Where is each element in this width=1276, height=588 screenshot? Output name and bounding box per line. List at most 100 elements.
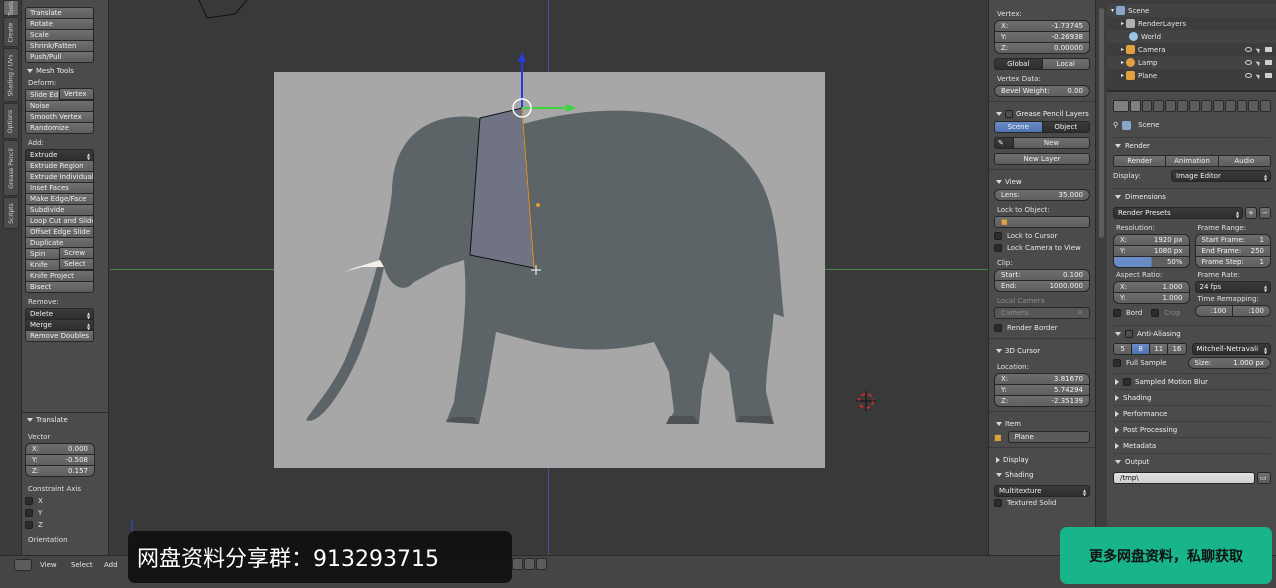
selectability-icon[interactable] <box>1255 72 1262 79</box>
scene-tab-icon[interactable] <box>1153 100 1165 112</box>
frame-step-field[interactable]: Frame Step: 1 <box>1194 256 1271 268</box>
outliner-row-plane[interactable]: ▸ Plane <box>1107 69 1276 82</box>
3d-viewport[interactable] <box>110 0 988 555</box>
tab-create[interactable]: Create <box>3 17 19 47</box>
particles-tab-icon[interactable] <box>1248 100 1260 112</box>
limit-selection-icon[interactable] <box>512 558 523 570</box>
dimensions-header[interactable]: Dimensions <box>1113 188 1271 204</box>
vector-z-field[interactable]: Z: 0.157 <box>25 465 95 477</box>
renderability-icon[interactable] <box>1265 59 1272 65</box>
full-sample-checkbox[interactable]: Full Sample <box>1113 357 1183 369</box>
view-menu[interactable]: View <box>40 561 57 569</box>
item-name-field[interactable]: Plane <box>1007 431 1090 443</box>
editor-type-menu[interactable] <box>14 559 32 571</box>
visibility-icon[interactable] <box>1245 59 1252 65</box>
item-header[interactable]: Item <box>994 416 1090 431</box>
knife-button[interactable]: Knife <box>25 259 60 271</box>
view-header[interactable]: View <box>994 174 1090 189</box>
clip-end-field[interactable]: End: 1000.000 <box>994 280 1090 292</box>
slide-vertex-button[interactable]: Vertex <box>59 88 94 100</box>
render-tab-icon[interactable] <box>1129 100 1141 112</box>
output-path-field[interactable]: /tmp\ <box>1113 472 1255 484</box>
grease-pencil-header[interactable]: Grease Pencil Layers <box>994 106 1090 121</box>
remove-doubles-button[interactable]: Remove Doubles <box>25 330 94 342</box>
sampled-motion-blur-header[interactable]: Sampled Motion Blur <box>1113 373 1271 389</box>
render-border-checkbox[interactable]: Render Border <box>994 322 1090 334</box>
frame-rate-select[interactable]: 24 fps <box>1194 281 1271 293</box>
object-tab-icon[interactable] <box>1177 100 1189 112</box>
pencil-icon[interactable]: ✎ <box>994 137 1014 149</box>
add-menu[interactable]: Add <box>104 561 118 569</box>
vertex-select-icon[interactable] <box>524 558 535 570</box>
add-preset-button[interactable]: + <box>1245 207 1257 219</box>
material-tab-icon[interactable] <box>1224 100 1236 112</box>
resolution-percentage-slider[interactable]: 50% <box>1113 256 1190 268</box>
tab-options[interactable]: Options <box>3 103 19 139</box>
outliner-row-camera[interactable]: ▸ Camera <box>1107 43 1276 56</box>
3d-cursor-header[interactable]: 3D Cursor <box>994 343 1090 358</box>
border-checkbox[interactable]: Bord <box>1113 307 1151 319</box>
textured-solid-checkbox[interactable]: Textured Solid <box>994 497 1090 509</box>
audio-button[interactable]: Audio <box>1217 155 1271 167</box>
gp-scene-button[interactable]: Scene <box>994 121 1043 133</box>
aa-filter-select[interactable]: Mitchell-Netravali <box>1191 343 1271 355</box>
remove-preset-button[interactable]: − <box>1259 207 1271 219</box>
post-processing-header[interactable]: Post Processing <box>1113 421 1271 437</box>
global-button[interactable]: Global <box>994 58 1043 70</box>
constraint-z-checkbox[interactable]: Z <box>25 519 95 531</box>
render-button[interactable]: Render <box>1113 155 1167 167</box>
constraint-x-checkbox[interactable]: X <box>25 495 95 507</box>
randomize-button[interactable]: Randomize <box>25 122 94 134</box>
lens-field[interactable]: Lens: 35.000 <box>994 189 1090 201</box>
animation-button[interactable]: Animation <box>1165 155 1219 167</box>
gp-object-button[interactable]: Object <box>1041 121 1090 133</box>
aa-samples-8[interactable]: 8 <box>1131 343 1151 355</box>
constraints-tab-icon[interactable] <box>1189 100 1200 112</box>
aa-samples-5[interactable]: 5 <box>1113 343 1133 355</box>
tab-tools[interactable]: Tools <box>3 0 19 16</box>
shading-section-header[interactable]: Shading <box>1113 389 1271 405</box>
render-layers-tab-icon[interactable] <box>1141 100 1153 112</box>
modifiers-tab-icon[interactable] <box>1200 100 1212 112</box>
aa-size-field[interactable]: Size: 1.000 px <box>1187 357 1271 369</box>
select-menu[interactable]: Select <box>71 561 93 569</box>
time-remap-new-field[interactable]: :100 <box>1232 305 1271 317</box>
knife-select-button[interactable]: Select <box>59 258 94 270</box>
performance-header[interactable]: Performance <box>1113 405 1271 421</box>
render-presets-select[interactable]: Render Presets <box>1113 207 1243 219</box>
new-layer-button[interactable]: New Layer <box>994 153 1090 165</box>
physics-tab-icon[interactable] <box>1260 100 1272 112</box>
tab-shading-uvs[interactable]: Shading / UVs <box>3 48 19 102</box>
visibility-icon[interactable] <box>1245 46 1252 52</box>
selectability-icon[interactable] <box>1255 59 1262 66</box>
translate-panel-header[interactable]: Translate <box>25 413 95 427</box>
selectability-icon[interactable] <box>1255 46 1262 53</box>
pin-icon[interactable]: ⚲ <box>1113 121 1118 129</box>
render-header[interactable]: Render <box>1113 137 1271 153</box>
aspect-y-field[interactable]: Y: 1.000 <box>1113 292 1190 304</box>
scrollbar-thumb[interactable] <box>1099 8 1104 238</box>
extrude-menu[interactable]: Extrude <box>25 149 94 161</box>
outliner-row-lamp[interactable]: ▸ Lamp <box>1107 56 1276 69</box>
tab-grease-pencil[interactable]: Grease Pencil <box>3 140 19 196</box>
world-tab-icon[interactable] <box>1165 100 1177 112</box>
renderability-icon[interactable] <box>1265 46 1272 52</box>
slide-edge-button[interactable]: Slide Ed <box>25 89 60 101</box>
visibility-icon[interactable] <box>1245 72 1252 78</box>
display-select[interactable]: Image Editor <box>1171 170 1271 182</box>
renderability-icon[interactable] <box>1265 72 1272 78</box>
tab-scripts[interactable]: Scripts <box>3 197 19 229</box>
grease-pencil-checkbox[interactable] <box>1005 110 1013 118</box>
outliner-row-world[interactable]: World <box>1107 30 1276 43</box>
edge-select-icon[interactable] <box>536 558 547 570</box>
display-header[interactable]: Display <box>994 452 1090 467</box>
gp-new-button[interactable]: New <box>1013 137 1090 149</box>
editor-type-icon[interactable] <box>1113 100 1129 112</box>
outliner-row-scene[interactable]: ▾ Scene <box>1107 4 1276 17</box>
shading-header[interactable]: Shading <box>994 467 1090 482</box>
vertex-z-field[interactable]: Z: 0.00000 <box>994 42 1090 54</box>
lock-to-cursor-checkbox[interactable]: Lock to Cursor <box>994 230 1090 242</box>
lock-camera-to-view-checkbox[interactable]: Lock Camera to View <box>994 242 1090 254</box>
texture-tab-icon[interactable] <box>1236 100 1248 112</box>
anti-aliasing-header[interactable]: Anti-Aliasing <box>1113 325 1271 341</box>
